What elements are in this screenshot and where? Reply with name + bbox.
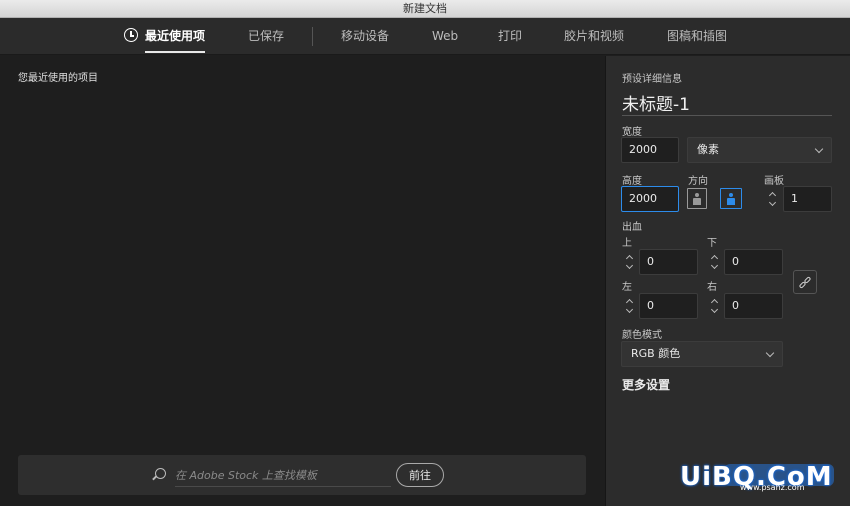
- artboard-label: 画板: [764, 176, 784, 187]
- bleed-right-field[interactable]: 0: [724, 293, 783, 319]
- height-field[interactable]: 2000: [621, 186, 679, 212]
- preset-section-label: 预设详细信息: [622, 74, 682, 85]
- bleed-right-label: 右: [707, 282, 717, 293]
- orientation-label: 方向: [688, 176, 708, 187]
- link-icon[interactable]: [793, 270, 817, 294]
- color-mode-value: RGB 颜色: [631, 347, 681, 360]
- color-mode-label: 颜色模式: [622, 330, 662, 341]
- landscape-orientation-icon[interactable]: [720, 188, 742, 209]
- unit-value: 像素: [697, 143, 719, 156]
- tab-web[interactable]: Web: [432, 18, 458, 55]
- artboard-field[interactable]: 1: [783, 186, 832, 212]
- tab-print[interactable]: 打印: [498, 18, 522, 55]
- stock-search-input[interactable]: [175, 465, 391, 487]
- bleed-right-stepper[interactable]: [708, 293, 723, 319]
- tab-art-illustration[interactable]: 图稿和插图: [667, 18, 727, 55]
- bleed-top-field[interactable]: 0: [639, 249, 698, 275]
- bleed-top-label: 上: [622, 238, 632, 249]
- color-mode-dropdown[interactable]: RGB 颜色: [621, 341, 783, 367]
- width-field[interactable]: 2000: [621, 137, 679, 163]
- tab-divider: [312, 27, 313, 46]
- recent-panel: 您最近使用的项目 前往: [0, 56, 604, 506]
- bleed-left-label: 左: [622, 282, 632, 293]
- portrait-orientation-icon[interactable]: [687, 188, 707, 209]
- go-button[interactable]: 前往: [396, 463, 444, 487]
- search-icon: [155, 468, 166, 479]
- stock-search-bar: 前往: [18, 455, 586, 495]
- recent-title: 您最近使用的项目: [18, 73, 98, 84]
- tab-saved[interactable]: 已保存: [248, 18, 284, 55]
- more-settings-button[interactable]: 更多设置: [622, 376, 670, 393]
- bleed-bottom-field[interactable]: 0: [724, 249, 783, 275]
- tab-mobile[interactable]: 移动设备: [341, 18, 389, 55]
- bleed-label: 出血: [622, 222, 642, 233]
- tab-bar: 最近使用项 已保存 移动设备 Web 打印 胶片和视频 图稿和插图: [0, 18, 850, 55]
- height-label: 高度: [622, 176, 642, 187]
- chevron-down-icon: [814, 144, 824, 154]
- tab-recent[interactable]: 最近使用项: [145, 18, 206, 55]
- clock-icon: [124, 28, 138, 42]
- bleed-bottom-stepper[interactable]: [708, 249, 723, 275]
- watermark: UiBQ.CoM www.psahz.com: [680, 462, 840, 496]
- document-name[interactable]: 未标题-1: [622, 90, 690, 115]
- watermark-url: www.psahz.com: [740, 483, 805, 492]
- document-name-underline: [622, 115, 832, 116]
- chevron-down-icon: [765, 348, 775, 358]
- bleed-bottom-label: 下: [707, 238, 717, 249]
- bleed-left-stepper[interactable]: [623, 293, 638, 319]
- unit-dropdown[interactable]: 像素: [687, 137, 832, 163]
- tab-film-video[interactable]: 胶片和视频: [564, 18, 624, 55]
- bleed-top-stepper[interactable]: [623, 249, 638, 275]
- window-title: 新建文档: [0, 0, 850, 18]
- bleed-left-field[interactable]: 0: [639, 293, 698, 319]
- preset-details-panel: 预设详细信息 未标题-1 宽度 2000 像素 高度 2000 方向 画板 1 …: [605, 56, 850, 506]
- width-label: 宽度: [622, 127, 642, 138]
- artboard-stepper[interactable]: [766, 186, 781, 212]
